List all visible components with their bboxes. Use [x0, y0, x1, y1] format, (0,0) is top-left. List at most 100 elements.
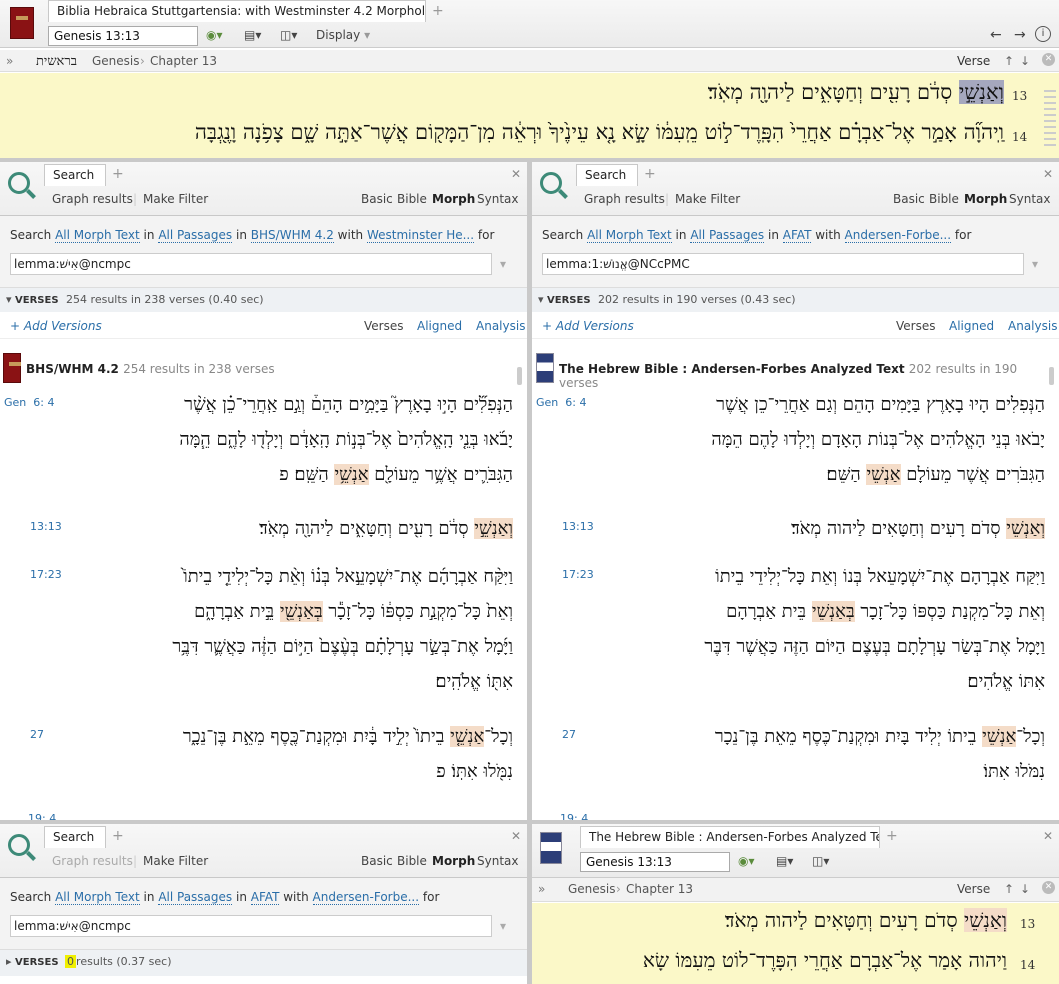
tab-basic[interactable]: Basic — [361, 192, 393, 206]
morphology-link[interactable]: Andersen-Forbe... — [312, 890, 420, 905]
resource-name[interactable]: BHS/WHM 4.2 254 results in 238 verses — [26, 362, 275, 376]
tab-morph[interactable]: Morph — [432, 854, 475, 868]
parallel-resources-icon[interactable]: ◉▾ — [738, 854, 755, 868]
results-scrollbar[interactable] — [1049, 367, 1054, 385]
tab-bible[interactable]: Bible — [397, 854, 427, 868]
tab-morph[interactable]: Morph — [964, 192, 1007, 206]
forward-arrow-icon[interactable]: → — [1014, 27, 1026, 43]
hit-line[interactable]: אִתּוֹ אֱלֹהִים׃ — [967, 665, 1045, 699]
hit-line[interactable]: וְכָל־אַנְשֵׁי בֵיתוֹ יְלִיד בָּיִת וּמִ… — [715, 720, 1045, 754]
panel-view-icon[interactable]: ◫▾ — [812, 854, 829, 868]
results-header[interactable]: ▸ VERSES 0 results (0.37 sec) — [0, 950, 527, 976]
hit-line[interactable]: וְאַנְשֵׁ֣י סְדֹ֔ם רָעִ֖ים וְחַטָּאִ֑ים … — [259, 512, 513, 546]
highlighted-word[interactable]: אַנְשֵׁי — [982, 726, 1017, 747]
version-link[interactable]: BHS/WHM 4.2 — [250, 228, 334, 243]
breadcrumb-book[interactable]: Genesis — [568, 882, 616, 896]
tab-search[interactable]: Search — [576, 164, 638, 186]
results-header[interactable]: ▾ VERSES 202 results in 190 verses (0.43… — [532, 288, 1059, 312]
display-menu[interactable]: Display ▾ — [316, 28, 370, 42]
tab-bhs[interactable]: Biblia Hebraica Stuttgartensia: with Wes… — [48, 0, 426, 22]
view-analysis[interactable]: Analysis — [1008, 319, 1057, 333]
tab-syntax[interactable]: Syntax — [477, 192, 518, 206]
morphology-link[interactable]: Westminster He... — [366, 228, 475, 243]
highlighted-word[interactable]: וְאַנְשֵׁי — [1006, 518, 1045, 539]
hit-line[interactable]: וְאֵת כָּל־מִקְנַת כַּסְפּוֹ כָּל־זָכָר … — [726, 595, 1045, 629]
close-icon[interactable]: ✕ — [1042, 881, 1055, 894]
hit-line[interactable]: וְאֵת֙ כָּל־מִקְנַ֣ת כַּסְפּ֔וֹ כָּל־זָכ… — [194, 595, 513, 629]
back-arrow-icon[interactable]: ← — [990, 27, 1002, 43]
new-tab-icon[interactable]: + — [112, 166, 124, 182]
close-icon[interactable]: ✕ — [1043, 829, 1053, 843]
range-link[interactable]: All Passages — [158, 890, 233, 905]
verse-reference-link[interactable]: Gen 6: 4 — [536, 396, 586, 409]
graph-results-button[interactable]: Graph results — [52, 192, 133, 206]
close-icon[interactable]: ✕ — [511, 167, 521, 181]
expand-icon[interactable]: » — [538, 882, 545, 896]
hit-line[interactable]: וַיָּמָל אֶת־בְּשַׂר עָרְלָתָם בְּעֶצֶם … — [704, 630, 1045, 664]
add-versions-link[interactable]: + Add Versions — [542, 319, 634, 333]
hit-line[interactable]: נִמֹּ֖לוּ אִתּֽוֹ׃ פ — [436, 755, 513, 789]
verse-reference-link[interactable]: 13:13 — [562, 520, 594, 533]
range-link[interactable]: All Passages — [158, 228, 233, 243]
view-aligned[interactable]: Aligned — [949, 319, 994, 333]
verse-reference-link[interactable]: 27 — [562, 728, 576, 741]
bhs-verse-13[interactable]: וְאַנְשֵׁ֣י סְדֹ֔ם רָעִ֖ים וְחַטָּאִ֑ים … — [708, 80, 1004, 105]
bhs-book-icon[interactable] — [10, 7, 34, 39]
hit-line[interactable]: יָבֹ֜אוּ בְּנֵ֤י הָֽאֱלֹהִים֙ אֶל־בְּנ֣ו… — [179, 423, 513, 457]
version-link[interactable]: AFAT — [250, 890, 280, 905]
close-icon[interactable]: ✕ — [511, 829, 521, 843]
highlighted-word[interactable]: אַנְשֵׁ֥י — [334, 464, 369, 485]
afat-verse-14[interactable]: וַיהוה אָמַר אֶל־אַבְרָם אַחֲרֵי הִפָּרֶ… — [643, 948, 1007, 973]
make-filter-button[interactable]: Make Filter — [143, 854, 208, 868]
tab-basic[interactable]: Basic — [893, 192, 925, 206]
breadcrumb-chapter[interactable]: Chapter 13 — [626, 882, 693, 896]
tab-bible[interactable]: Bible — [397, 192, 427, 206]
tab-bible[interactable]: Bible — [929, 192, 959, 206]
new-tab-icon[interactable]: + — [112, 828, 124, 844]
version-link[interactable]: AFAT — [782, 228, 812, 243]
make-filter-button[interactable]: Make Filter — [675, 192, 740, 206]
view-aligned[interactable]: Aligned — [417, 319, 462, 333]
highlighted-word[interactable]: בְּאַנְשֵׁי — [811, 601, 855, 622]
bhs-verse-14[interactable]: וַֽיהוָ֞ה אָמַ֣ר אֶל־אַבְרָ֗ם אַחֲרֵי֙ ה… — [195, 120, 1004, 145]
hit-line[interactable]: וְאַנְשֵׁי סְדֹם רָעִים וְחַטָּאִים לַיה… — [791, 512, 1045, 546]
results-header[interactable]: ▾ VERSES 254 results in 238 verses (0.40… — [0, 288, 527, 312]
text-type-link[interactable]: All Morph Text — [587, 228, 672, 243]
selected-word[interactable]: וְאַנְשֵׁ֣י — [958, 80, 1004, 104]
breadcrumb-book[interactable]: Genesis — [92, 54, 140, 68]
reference-box[interactable]: Genesis 13:13 — [580, 852, 730, 872]
tab-syntax[interactable]: Syntax — [1009, 192, 1050, 206]
make-filter-button[interactable]: Make Filter — [143, 192, 208, 206]
hit-line[interactable]: וַיִּקַּח אַבְרָהָם אֶת־יִשְׁמָעֵאל בְּנ… — [715, 560, 1045, 594]
breadcrumb-hebrew[interactable]: בראשית — [36, 53, 77, 69]
collapse-icon[interactable]: ▾ — [6, 293, 12, 306]
range-link[interactable]: All Passages — [690, 228, 765, 243]
add-versions-link[interactable]: + Add Versions — [10, 319, 102, 333]
breadcrumb-chapter[interactable]: Chapter 13 — [150, 54, 217, 68]
text-type-link[interactable]: All Morph Text — [55, 228, 140, 243]
tab-syntax[interactable]: Syntax — [477, 854, 518, 868]
verse-reference-link[interactable]: 17:23 — [30, 568, 62, 581]
verse-reference-link[interactable]: 13:13 — [30, 520, 62, 533]
morphology-link[interactable]: Andersen-Forbe... — [844, 228, 952, 243]
new-tab-icon[interactable]: + — [432, 3, 444, 19]
info-icon[interactable]: i — [1035, 26, 1051, 42]
resource-cover-icon[interactable] — [540, 832, 562, 864]
verse-reference-link[interactable]: 19: 4 — [560, 812, 588, 820]
verse-reference-link[interactable]: Gen 6: 4 — [4, 396, 54, 409]
hit-line[interactable]: נִמֹּלוּ אִתּוֹ׃ — [983, 755, 1045, 789]
hit-line[interactable]: הַגִּבֹּרִ֛ים אֲשֶׁ֥ר מֵעוֹלָ֖ם אַנְשֵׁ֥… — [279, 458, 513, 492]
verse-nav-label[interactable]: Verse — [957, 54, 990, 68]
expand-icon[interactable]: » — [6, 54, 13, 68]
verse-down-icon[interactable]: ↓ — [1020, 882, 1030, 896]
parallel-resources-icon[interactable]: ◉▾ — [206, 28, 223, 42]
search-input[interactable]: lemma:אִישׁ@ncmpc — [10, 253, 492, 275]
search-input[interactable]: lemma:אִישׁ@ncmpc — [10, 915, 492, 937]
reference-box[interactable]: Genesis 13:13 — [48, 26, 198, 46]
collapse-icon[interactable]: ▾ — [538, 293, 544, 306]
history-dropdown-icon[interactable]: ▾ — [500, 257, 506, 271]
highlighted-word[interactable]: אַנְשֵׁי — [866, 464, 901, 485]
hit-line[interactable]: אִתּ֖וֹ אֱלֹהִֽים׃ — [435, 665, 513, 699]
highlighted-word[interactable]: וְאַנְשֵׁ֣י — [474, 518, 513, 539]
view-analysis[interactable]: Analysis — [476, 319, 525, 333]
